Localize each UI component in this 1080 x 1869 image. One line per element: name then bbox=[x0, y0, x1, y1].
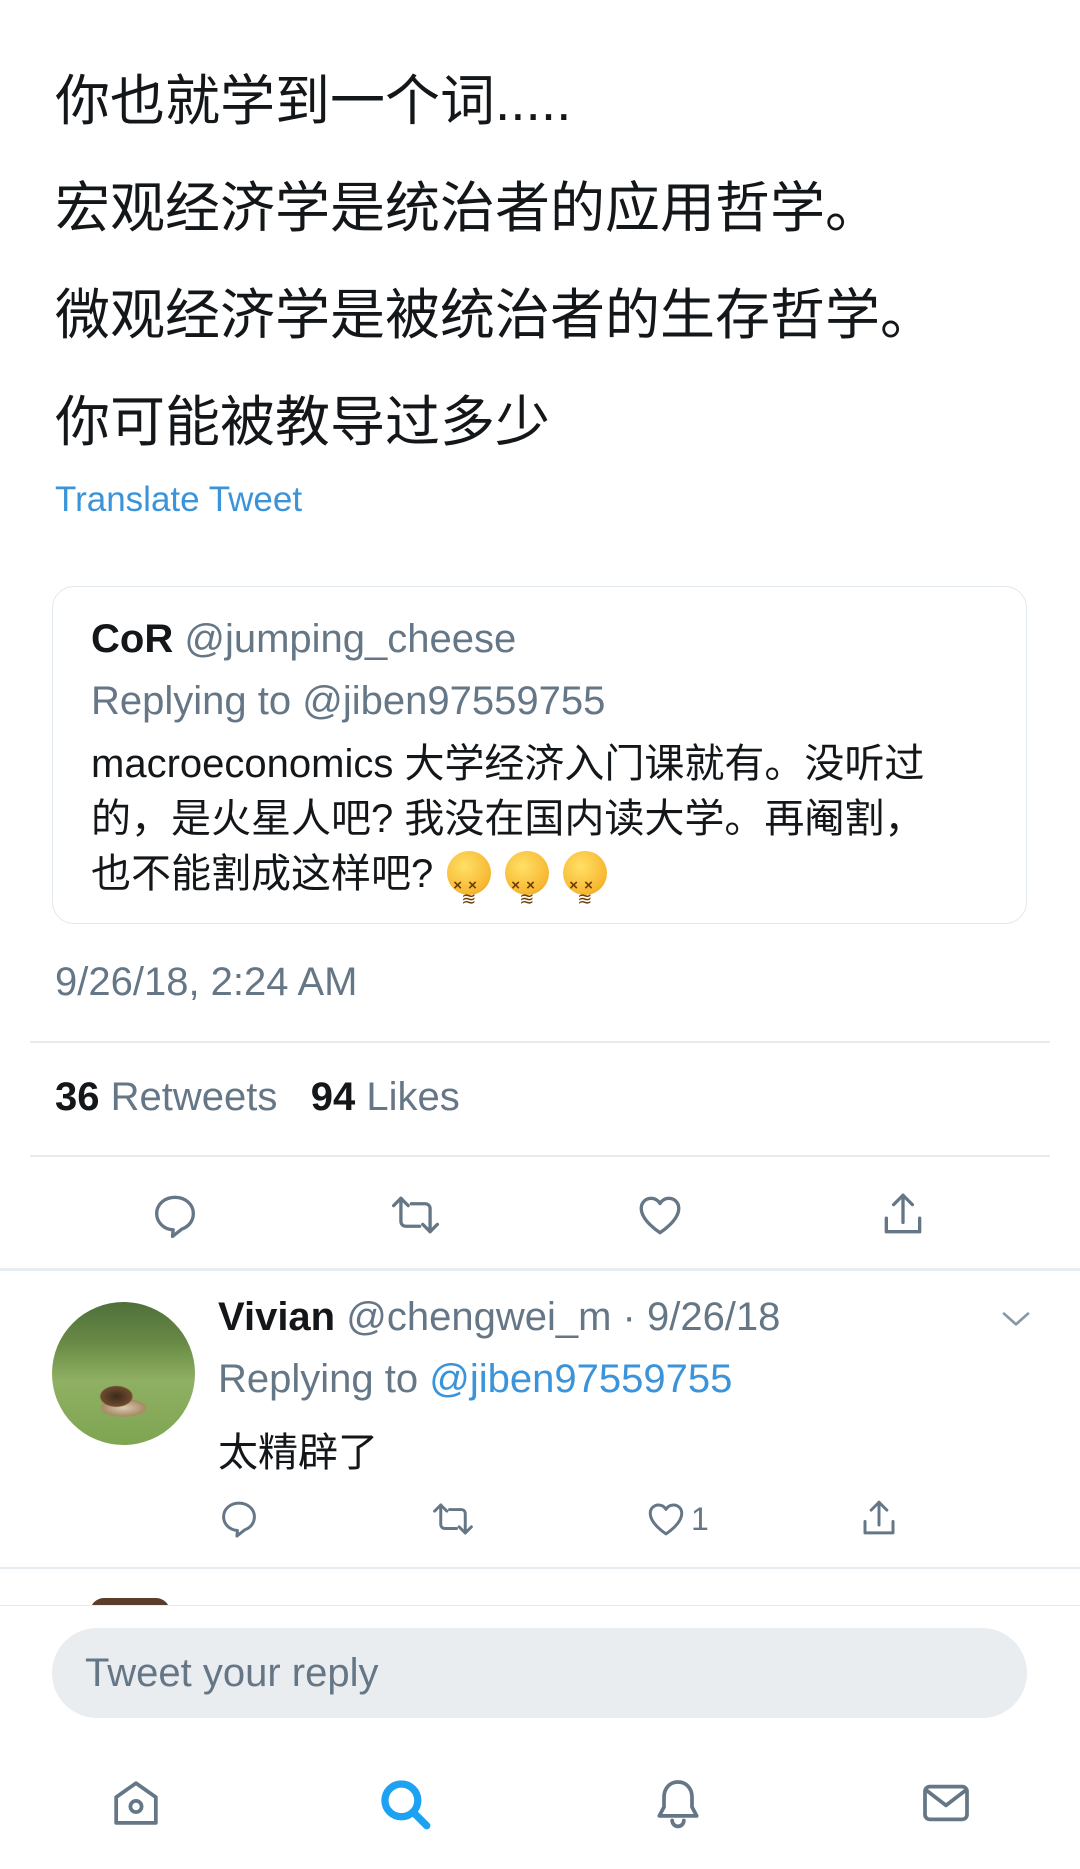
quoted-line: macroeconomics 大学经济入门课就有。没听过 bbox=[91, 742, 925, 786]
quoted-author-handle: @jumping_cheese bbox=[184, 617, 517, 661]
reply-body: 太精辟了 bbox=[218, 1431, 378, 1475]
share-icon bbox=[884, 1193, 922, 1234]
quoted-replying-to: Replying to @jiben97559755 bbox=[91, 679, 606, 723]
reply-author-name[interactable]: Vivian bbox=[218, 1295, 335, 1339]
divider bbox=[0, 1567, 1080, 1569]
notifications-icon bbox=[657, 1780, 699, 1829]
replying-to-mention[interactable]: @jiben97559755 bbox=[429, 1357, 732, 1401]
quoted-line: 的，是火星人吧? 我没在国内读大学。再阉割， bbox=[91, 797, 925, 841]
reply-share-button[interactable] bbox=[858, 1496, 900, 1540]
tab-home[interactable] bbox=[108, 1775, 164, 1836]
share-button[interactable] bbox=[878, 1188, 928, 1240]
reply-icon bbox=[222, 1501, 256, 1538]
divider bbox=[30, 1155, 1050, 1157]
tweet-text: 你也就学到一个词..... 宏观经济学是统治者的应用哲学。 微观经济学是被统治者… bbox=[55, 48, 1045, 476]
likes-label[interactable]: Likes bbox=[366, 1075, 459, 1119]
retweet-icon bbox=[391, 1196, 440, 1234]
retweets-count[interactable]: 36 bbox=[55, 1075, 100, 1119]
like-button[interactable] bbox=[634, 1190, 686, 1240]
chevron-down-icon[interactable] bbox=[1000, 1308, 1032, 1335]
share-icon bbox=[863, 1500, 895, 1535]
translate-tweet-link[interactable]: Translate Tweet bbox=[55, 480, 302, 520]
quoted-author-name: CoR bbox=[91, 617, 174, 661]
likes-count[interactable]: 94 bbox=[311, 1075, 356, 1119]
retweet-icon bbox=[433, 1503, 473, 1535]
tweet-line: 你可能被教导过多少 bbox=[55, 391, 551, 453]
replying-to-label: Replying to bbox=[218, 1357, 419, 1401]
divider bbox=[30, 1041, 1050, 1043]
tab-messages[interactable] bbox=[918, 1775, 974, 1836]
confounded-face-emoji-icon bbox=[563, 851, 608, 927]
tweet-timestamp: 9/26/18, 2:24 AM bbox=[55, 960, 358, 1004]
tweet-line: 微观经济学是被统治者的生存哲学。 bbox=[55, 284, 936, 346]
reply-replying-to: Replying to @jiben97559755 bbox=[218, 1357, 732, 1402]
reply-header: Vivian @chengwei_m · 9/26/18 bbox=[218, 1295, 780, 1340]
quoted-last-line: 也不能割成这样吧? bbox=[91, 847, 1001, 927]
reply-like-count: 1 bbox=[691, 1500, 709, 1537]
retweets-label[interactable]: Retweets bbox=[111, 1075, 278, 1119]
engagement-stats: 36 Retweets 94 Likes bbox=[55, 1075, 460, 1120]
heart-icon bbox=[648, 1503, 684, 1536]
confounded-face-emoji-icon bbox=[447, 851, 492, 927]
tweet-line: 你也就学到一个词..... bbox=[55, 70, 572, 132]
heart-icon bbox=[639, 1196, 681, 1235]
section-divider bbox=[0, 1268, 1080, 1271]
tab-search[interactable] bbox=[376, 1775, 434, 1838]
quoted-tweet-card[interactable]: CoR @jumping_cheese Replying to @jiben97… bbox=[52, 586, 1027, 927]
messages-icon bbox=[923, 1784, 969, 1822]
reply-reply-button[interactable] bbox=[218, 1497, 260, 1539]
confounded-face-emoji-icon bbox=[505, 851, 550, 927]
tweet-line: 宏观经济学是统治者的应用哲学。 bbox=[55, 177, 881, 239]
quoted-line: 也不能割成这样吧? bbox=[91, 852, 434, 896]
retweet-button[interactable] bbox=[388, 1190, 443, 1240]
avatar[interactable] bbox=[52, 1302, 195, 1445]
reply-like-button[interactable]: 1 bbox=[645, 1498, 709, 1540]
home-icon bbox=[114, 1781, 158, 1825]
tweet-reply-input[interactable] bbox=[52, 1628, 1027, 1718]
tab-notifications[interactable] bbox=[650, 1775, 706, 1836]
reply-button[interactable] bbox=[150, 1190, 200, 1240]
reply-icon bbox=[155, 1195, 195, 1239]
quoted-tweet-body: macroeconomics 大学经济入门课就有。没听过 的，是火星人吧? 我没… bbox=[91, 737, 1001, 927]
reply-author-meta: @chengwei_m · 9/26/18 bbox=[346, 1295, 781, 1339]
reply-retweet-button[interactable] bbox=[430, 1498, 476, 1540]
quoted-tweet-header: CoR @jumping_cheese bbox=[91, 617, 516, 662]
search-icon bbox=[381, 1780, 431, 1830]
